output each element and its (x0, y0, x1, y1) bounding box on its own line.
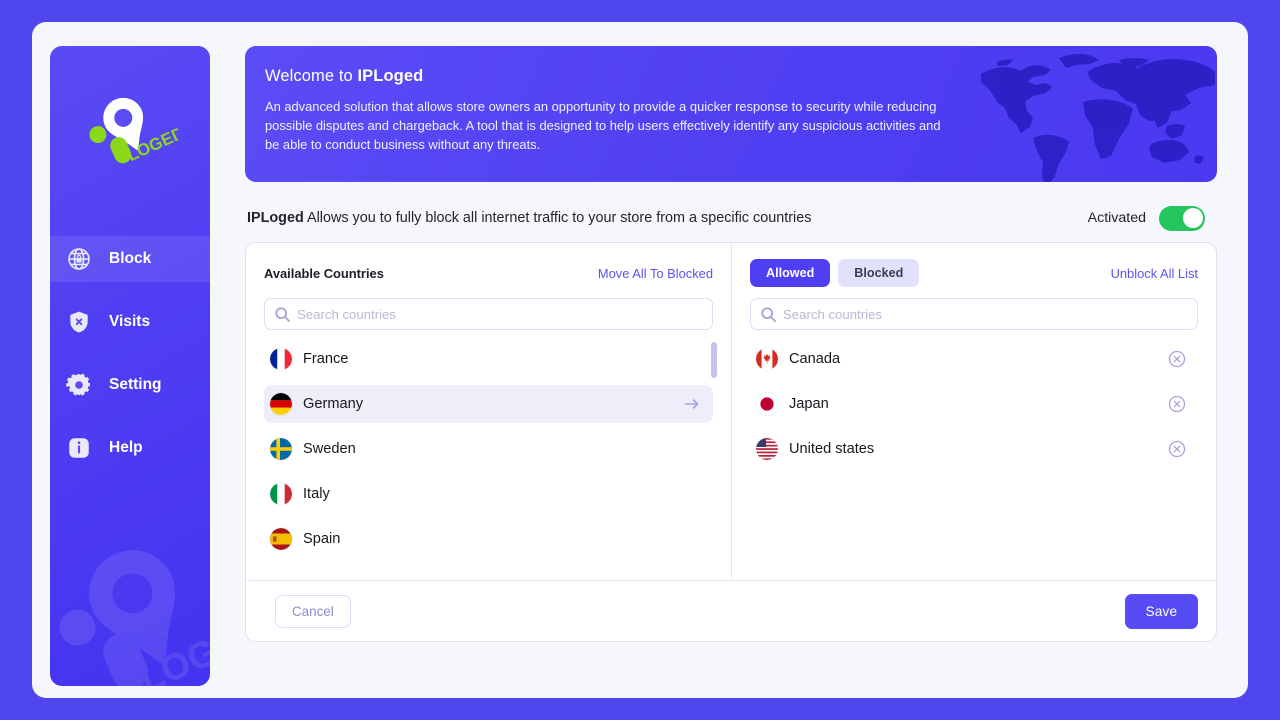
activation-label: Activated (1087, 210, 1146, 226)
sidebar-item-block[interactable]: Block (50, 236, 210, 282)
sidebar-item-label: Visits (109, 313, 151, 331)
block-subheader-text: IPLoged Allows you to fully block all in… (247, 210, 811, 226)
save-button[interactable]: Save (1124, 593, 1198, 629)
world-map-icon (963, 46, 1217, 182)
countries-panels: Available Countries Move All To Blocked (246, 243, 1216, 581)
cancel-button[interactable]: Cancel (275, 594, 351, 628)
flag-spain (270, 528, 292, 550)
banner-description: An advanced solution that allows store o… (265, 99, 941, 152)
activation-control: Activated (1087, 205, 1205, 231)
available-search-input[interactable] (297, 306, 688, 322)
svg-text:LOGED: LOGED (133, 609, 210, 686)
logo-glyph: LOGED (89, 97, 187, 165)
tab-blocked[interactable]: Blocked (838, 259, 920, 287)
country-name: Germany (303, 396, 364, 412)
sidebar-item-label: Setting (109, 376, 162, 394)
sidebar-logo[interactable]: LOGED (50, 90, 210, 172)
country-name: Italy (303, 486, 330, 502)
available-countries-panel: Available Countries Move All To Blocked (246, 243, 732, 581)
list-item[interactable]: Germany (264, 385, 713, 423)
selected-countries-panel: Allowed Blocked Unblock All List Search … (732, 243, 1216, 581)
search-icon (760, 306, 777, 323)
available-list-scrollbar[interactable] (711, 342, 717, 570)
selected-search-input[interactable] (783, 306, 1173, 322)
list-item[interactable]: Japan (750, 385, 1198, 423)
tab-allowed[interactable]: Allowed (750, 259, 831, 287)
country-name: Japan (789, 396, 829, 412)
available-panel-title: Available Countries (264, 265, 384, 281)
globe-lock-icon (64, 244, 94, 274)
list-item[interactable]: Spain (264, 520, 713, 558)
shield-x-icon (64, 307, 94, 337)
country-name: United states (789, 441, 875, 457)
gear-icon (64, 370, 94, 400)
block-subheader-description: Allows you to fully block all internet t… (303, 210, 812, 226)
list-item[interactable]: Canada (750, 340, 1198, 378)
app-window: LOGED LOGED Block Visits Setting Help We… (32, 22, 1248, 698)
selected-panel-header: Allowed Blocked Unblock All List (750, 259, 1198, 287)
block-subheader: IPLoged Allows you to fully block all in… (245, 194, 1217, 242)
country-name: Spain (303, 531, 341, 547)
allowed-countries-list: Canada Japan United states (750, 340, 1198, 468)
flag-canada (756, 348, 778, 370)
list-item[interactable]: United states (750, 430, 1198, 468)
available-countries-list: France Germany Sweden Italy Spain (264, 340, 717, 558)
iploged-logo: LOGED (82, 90, 187, 172)
flag-usa (756, 438, 778, 460)
search-icon (274, 306, 291, 323)
country-name: Sweden (303, 441, 356, 457)
list-item[interactable]: France (264, 340, 713, 378)
available-panel-header: Available Countries Move All To Blocked (264, 260, 713, 286)
move-all-to-blocked-link[interactable]: Move All To Blocked (598, 266, 713, 281)
country-name: France (303, 351, 349, 367)
remove-circle-icon[interactable] (1168, 440, 1186, 458)
welcome-banner: Welcome to IPLoged An advanced solution … (245, 46, 1217, 182)
flag-sweden (270, 438, 292, 460)
arrow-right-icon[interactable] (683, 395, 701, 413)
info-square-icon (64, 433, 94, 463)
sidebar-item-visits[interactable]: Visits (50, 299, 210, 345)
activation-toggle[interactable] (1159, 205, 1205, 231)
sidebar: LOGED LOGED Block Visits Setting Help (50, 46, 210, 686)
flag-italy (270, 483, 292, 505)
list-item[interactable]: Italy (264, 475, 713, 513)
selected-search-box[interactable] (750, 298, 1198, 330)
card-footer: Cancel Save (246, 580, 1216, 641)
allowed-blocked-tabs: Allowed Blocked (750, 259, 920, 287)
scrollbar-thumb[interactable] (711, 342, 717, 378)
available-search-box[interactable] (264, 298, 713, 330)
sidebar-item-setting[interactable]: Setting (50, 362, 210, 408)
toggle-knob (1182, 208, 1203, 228)
remove-circle-icon[interactable] (1168, 395, 1186, 413)
banner-title-brand: IPLoged (357, 67, 424, 85)
main-content: Welcome to IPLoged An advanced solution … (245, 46, 1217, 642)
sidebar-nav: Block Visits Setting Help (50, 236, 210, 488)
sidebar-logo-watermark: LOGED (50, 516, 210, 686)
unblock-all-list-link[interactable]: Unblock All List (1111, 266, 1198, 281)
block-subheader-brand: IPLoged (247, 210, 304, 226)
flag-germany (270, 393, 292, 415)
flag-japan (756, 393, 778, 415)
country-name: Canada (789, 351, 841, 367)
countries-card: Available Countries Move All To Blocked (245, 242, 1217, 642)
list-item[interactable]: Sweden (264, 430, 713, 468)
remove-circle-icon[interactable] (1168, 350, 1186, 368)
sidebar-item-label: Block (109, 250, 152, 268)
sidebar-item-label: Help (109, 439, 143, 457)
banner-title-prefix: Welcome to (265, 67, 358, 85)
flag-france (270, 348, 292, 370)
sidebar-item-help[interactable]: Help (50, 425, 210, 471)
